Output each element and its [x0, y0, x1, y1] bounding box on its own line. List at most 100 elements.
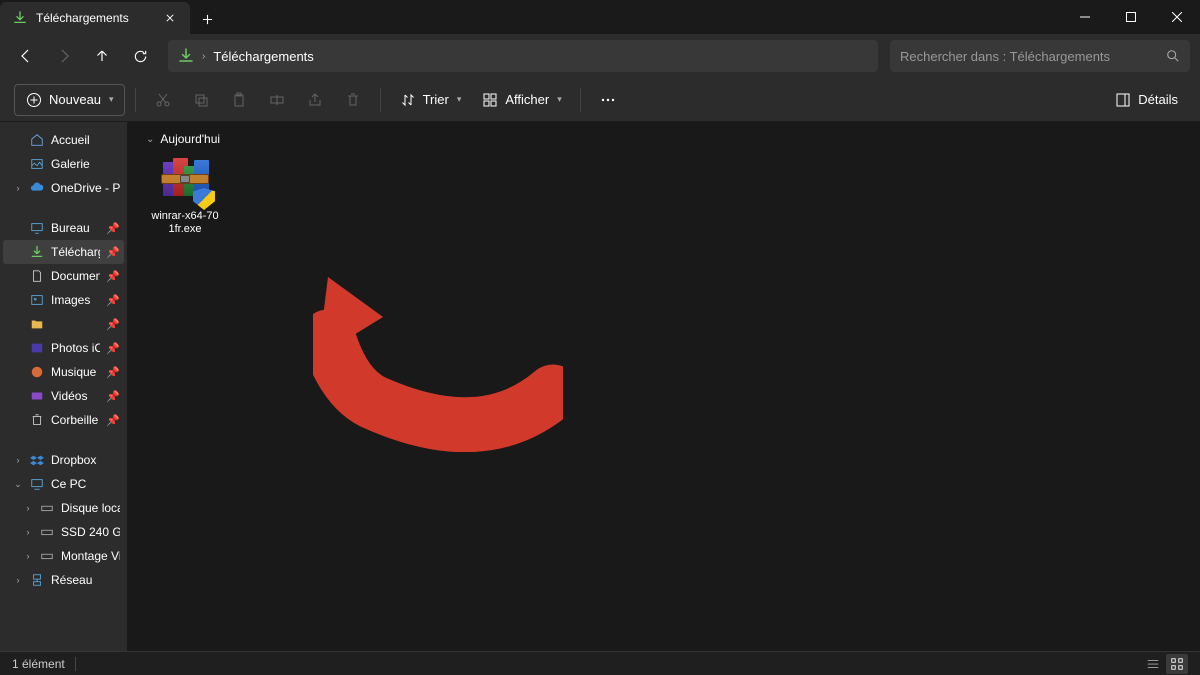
sidebar-onedrive[interactable]: ›OneDrive - Personal: [3, 176, 124, 200]
download-icon: [29, 244, 45, 260]
sort-label: Trier: [423, 92, 449, 107]
icons-view-button[interactable]: [1166, 654, 1188, 674]
tab-close-button[interactable]: [162, 10, 178, 26]
search-box[interactable]: [890, 40, 1190, 72]
new-label: Nouveau: [49, 92, 101, 107]
sidebar-montage[interactable]: ›Montage Vidéo (E:): [3, 544, 124, 568]
sidebar-videos[interactable]: Vidéos📌: [3, 384, 124, 408]
location-icon: [178, 48, 194, 64]
rename-button[interactable]: [260, 84, 294, 116]
pin-icon: 📌: [106, 294, 120, 307]
command-bar: Nouveau ▾ Trier ▾ Afficher ▾ Détails: [0, 78, 1200, 122]
forward-button[interactable]: [48, 40, 80, 72]
group-header[interactable]: ⌄ Aujourd'hui: [146, 132, 1182, 146]
sort-icon: [399, 91, 417, 109]
sidebar-documents[interactable]: Documents📌: [3, 264, 124, 288]
sidebar-home[interactable]: Accueil: [3, 128, 124, 152]
view-label: Afficher: [505, 92, 549, 107]
sidebar-ssd[interactable]: ›SSD 240 Go (D:): [3, 520, 124, 544]
title-bar: Téléchargements: [0, 0, 1200, 34]
item-count: 1 élément: [12, 657, 65, 671]
sidebar-trash[interactable]: Corbeille📌: [3, 408, 124, 432]
chevron-down-icon: ⌄: [146, 134, 154, 145]
details-label: Détails: [1138, 92, 1178, 107]
dropbox-icon: [29, 452, 45, 468]
drive-icon: [39, 500, 55, 516]
file-name: winrar-x64-701fr.exe: [150, 210, 220, 236]
window-controls: [1062, 0, 1200, 34]
maximize-button[interactable]: [1108, 0, 1154, 34]
sidebar-photos-icloud[interactable]: Photos iCloud📌: [3, 336, 124, 360]
sidebar-images[interactable]: Images📌: [3, 288, 124, 312]
more-button[interactable]: [591, 84, 625, 116]
annotation-arrow: [313, 272, 563, 452]
address-bar[interactable]: › Téléchargements: [168, 40, 878, 72]
tab-downloads[interactable]: Téléchargements: [0, 2, 190, 34]
document-icon: [29, 268, 45, 284]
share-button[interactable]: [298, 84, 332, 116]
chevron-right-icon: ›: [202, 51, 205, 62]
content-area[interactable]: ⌄ Aujourd'hui winrar-x64-701fr.exe: [128, 122, 1200, 651]
sidebar-gallery[interactable]: Galerie: [3, 152, 124, 176]
details-icon: [1114, 91, 1132, 109]
copy-icon: [192, 91, 210, 109]
new-tab-button[interactable]: [190, 4, 224, 34]
nav-pane: Accueil Galerie ›OneDrive - Personal Bur…: [0, 122, 128, 651]
view-mode-toggle: [1142, 654, 1188, 674]
paste-icon: [230, 91, 248, 109]
sidebar-folder[interactable]: 📌: [3, 312, 124, 336]
pin-icon: 📌: [106, 246, 120, 259]
up-button[interactable]: [86, 40, 118, 72]
music-icon: [29, 364, 45, 380]
search-icon: [1166, 49, 1180, 63]
paste-button[interactable]: [222, 84, 256, 116]
sidebar-dropbox[interactable]: ›Dropbox: [3, 448, 124, 472]
sidebar-downloads[interactable]: Téléchargements📌: [3, 240, 124, 264]
chevron-down-icon: ▾: [457, 94, 462, 105]
desktop-icon: [29, 220, 45, 236]
trash-icon: [344, 91, 362, 109]
sidebar-desktop[interactable]: Bureau📌: [3, 216, 124, 240]
pc-icon: [29, 476, 45, 492]
video-icon: [29, 388, 45, 404]
icloud-icon: [29, 340, 45, 356]
search-input[interactable]: [900, 49, 1166, 64]
trash-icon: [29, 412, 45, 428]
status-bar: 1 élément: [0, 651, 1200, 675]
chevron-down-icon: ▾: [109, 94, 114, 105]
uac-shield-icon: [193, 188, 215, 210]
separator: [135, 88, 136, 112]
copy-button[interactable]: [184, 84, 218, 116]
new-button[interactable]: Nouveau ▾: [14, 84, 125, 116]
pin-icon: 📌: [106, 318, 120, 331]
pin-icon: 📌: [106, 414, 120, 427]
sort-button[interactable]: Trier ▾: [391, 84, 470, 116]
view-button[interactable]: Afficher ▾: [473, 84, 569, 116]
rename-icon: [268, 91, 286, 109]
refresh-button[interactable]: [124, 40, 156, 72]
sidebar-music[interactable]: Musique📌: [3, 360, 124, 384]
details-pane-button[interactable]: Détails: [1106, 84, 1186, 116]
sidebar-disk-c[interactable]: ›Disque local (C:): [3, 496, 124, 520]
file-item[interactable]: winrar-x64-701fr.exe: [146, 152, 224, 242]
pin-icon: 📌: [106, 270, 120, 283]
cut-button[interactable]: [146, 84, 180, 116]
group-label: Aujourd'hui: [160, 132, 220, 146]
folder-icon: [29, 316, 45, 332]
sidebar-this-pc[interactable]: ⌄Ce PC: [3, 472, 124, 496]
separator: [380, 88, 381, 112]
close-window-button[interactable]: [1154, 0, 1200, 34]
cloud-icon: [29, 180, 45, 196]
breadcrumb-location: Téléchargements: [213, 49, 313, 64]
delete-button[interactable]: [336, 84, 370, 116]
pin-icon: 📌: [106, 222, 120, 235]
back-button[interactable]: [10, 40, 42, 72]
separator: [580, 88, 581, 112]
sidebar-network[interactable]: ›Réseau: [3, 568, 124, 592]
view-icon: [481, 91, 499, 109]
tab-title: Téléchargements: [36, 11, 154, 25]
minimize-button[interactable]: [1062, 0, 1108, 34]
details-view-button[interactable]: [1142, 654, 1164, 674]
plus-circle-icon: [25, 91, 43, 109]
drive-icon: [39, 524, 55, 540]
